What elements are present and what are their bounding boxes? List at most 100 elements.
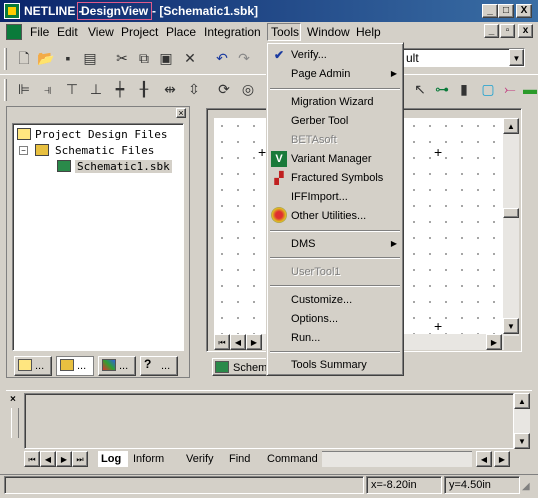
align-right-icon[interactable]: ⫣	[38, 79, 58, 99]
log-tab-log[interactable]: Log	[98, 451, 128, 467]
status-message	[4, 476, 364, 494]
distribute-horizontal-icon[interactable]: ⇹	[160, 79, 180, 99]
copy-icon[interactable]: ⧉	[134, 48, 154, 68]
log-scroll-down-icon[interactable]: ▼	[514, 433, 530, 449]
scroll-down-icon[interactable]: ▼	[503, 318, 519, 334]
maximize-button[interactable]: □	[498, 4, 514, 18]
menu-place[interactable]: Place	[166, 25, 196, 39]
menu-item-gerber-tool[interactable]: Gerber Tool	[291, 115, 348, 127]
log-output-area[interactable]	[24, 393, 514, 449]
minimize-button[interactable]: _	[482, 4, 498, 18]
menu-item-verify[interactable]: Verify...	[291, 49, 327, 61]
app-icon[interactable]	[4, 3, 20, 19]
place-wire-icon[interactable]: ⤚	[500, 79, 520, 99]
panel-close-icon[interactable]: ×	[176, 108, 186, 118]
collapse-icon[interactable]: −	[19, 146, 28, 155]
menu-edit[interactable]: Edit	[57, 25, 78, 39]
dropdown-arrow-icon[interactable]: ▼	[509, 49, 524, 66]
print-icon[interactable]: ▤	[80, 48, 100, 68]
menu-item-customize[interactable]: Customize...	[291, 294, 352, 306]
log-tab-verify[interactable]: Verify	[186, 451, 214, 467]
align-center-horizontal-icon[interactable]: ╂	[134, 79, 154, 99]
document-icon[interactable]	[6, 24, 22, 40]
place-port-icon[interactable]: ▢	[478, 79, 498, 99]
log-horizontal-scrollbar[interactable]	[322, 451, 472, 467]
menu-project[interactable]: Project	[121, 25, 158, 39]
log-scroll-right-icon[interactable]: ▶	[494, 451, 510, 467]
scroll-first-icon[interactable]: ⏮	[214, 334, 230, 350]
undo-icon[interactable]: ↶	[212, 48, 232, 68]
log-tab-next-icon[interactable]: ▶	[56, 451, 72, 467]
menu-item-page-admin[interactable]: Page Admin	[291, 68, 350, 80]
log-scroll-up-icon[interactable]: ▲	[514, 393, 530, 409]
menu-item-fractured-symbols[interactable]: Fractured Symbols	[291, 172, 383, 184]
menu-help[interactable]: Help	[356, 25, 381, 39]
log-tab-find[interactable]: Find	[229, 451, 250, 467]
menu-file[interactable]: File	[30, 25, 49, 39]
place-component-icon[interactable]: ▮	[454, 79, 474, 99]
tree-root-label[interactable]: Project Design Files	[35, 128, 167, 141]
menu-item-options[interactable]: Options...	[291, 313, 338, 325]
menu-window[interactable]: Window	[307, 25, 350, 39]
mirror-icon[interactable]: ◎	[238, 79, 258, 99]
scroll-right-icon[interactable]: ▶	[486, 334, 502, 350]
place-bus-icon[interactable]: ▬	[520, 79, 538, 99]
menu-item-tools-summary[interactable]: Tools Summary	[291, 359, 367, 371]
project-tree[interactable]: Project Design Files − Schematic Files S…	[12, 123, 184, 351]
log-tab-prev-icon[interactable]: ◀	[40, 451, 56, 467]
log-tab-inform[interactable]: Inform	[133, 451, 164, 467]
output-close-icon[interactable]: ×	[10, 394, 16, 405]
scroll-prev-icon[interactable]: ◀	[230, 334, 246, 350]
view-mode-dropdown[interactable]	[402, 48, 525, 67]
select-pointer-icon[interactable]: ↖	[410, 79, 430, 99]
vertical-scrollbar[interactable]: ▲ ▼	[503, 118, 519, 336]
menu-item-dms[interactable]: DMS	[291, 238, 315, 250]
log-scroll-left-icon[interactable]: ◀	[476, 451, 492, 467]
align-bottom-icon[interactable]: ⊥	[86, 79, 106, 99]
cut-icon[interactable]: ✂	[112, 48, 132, 68]
mdi-close-button[interactable]: x	[518, 24, 533, 38]
menu-separator-2	[270, 230, 400, 232]
schematic-file-icon	[57, 160, 71, 172]
paste-icon[interactable]: ▣	[156, 48, 176, 68]
menu-item-other-utilities[interactable]: Other Utilities...	[291, 210, 366, 222]
menu-integration[interactable]: Integration	[204, 25, 261, 39]
variant-v-icon: V	[271, 151, 287, 167]
new-file-icon[interactable]: 🗋	[14, 48, 34, 68]
resize-grip-icon[interactable]: ◢	[522, 480, 536, 494]
tree-file-label[interactable]: Schematic1.sbk	[75, 160, 172, 173]
menu-view[interactable]: View	[88, 25, 114, 39]
toolbar-grip-2[interactable]	[4, 79, 7, 101]
verify-checkmark-icon: ✔	[273, 48, 285, 62]
redo-icon[interactable]: ↷	[234, 48, 254, 68]
align-center-vertical-icon[interactable]: ┿	[110, 79, 130, 99]
log-tab-last-icon[interactable]: ⏭	[72, 451, 88, 467]
close-button[interactable]: X	[516, 4, 532, 18]
menu-item-iffimport[interactable]: IFFImport...	[291, 191, 348, 203]
mdi-restore-button[interactable]: ▫	[500, 24, 515, 38]
title-document: - [Schematic1.sbk]	[152, 4, 259, 18]
menu-item-variant-manager[interactable]: Variant Manager	[291, 153, 372, 165]
mdi-minimize-button[interactable]: _	[484, 24, 499, 38]
rotate-icon[interactable]: ⟳	[214, 79, 234, 99]
menu-item-run[interactable]: Run...	[291, 332, 320, 344]
menu-item-migration-wizard[interactable]: Migration Wizard	[291, 96, 374, 108]
scroll-thumb[interactable]	[503, 208, 519, 218]
open-folder-icon[interactable]: 📂	[36, 48, 56, 68]
delete-icon[interactable]: ✕	[180, 48, 200, 68]
save-icon[interactable]: ▪	[58, 48, 78, 68]
align-top-icon[interactable]: ⊤	[62, 79, 82, 99]
log-vertical-scrollbar[interactable]: ▲ ▼	[514, 393, 530, 449]
output-grip[interactable]	[11, 408, 19, 438]
align-left-icon[interactable]: ⊫	[14, 79, 34, 99]
log-tab-command[interactable]: Command	[267, 451, 318, 467]
toolbar-grip[interactable]	[4, 48, 7, 70]
crosshair-marker-2: +	[434, 318, 443, 334]
distribute-vertical-icon[interactable]: ⇳	[184, 79, 204, 99]
scroll-next-icon[interactable]: ▶	[246, 334, 262, 350]
log-tab-first-icon[interactable]: ⏮	[24, 451, 40, 467]
tree-folder-label[interactable]: Schematic Files	[55, 144, 154, 157]
place-net-icon[interactable]: ⊶	[432, 79, 452, 99]
menu-separator-4	[270, 285, 400, 287]
scroll-up-icon[interactable]: ▲	[503, 118, 519, 134]
